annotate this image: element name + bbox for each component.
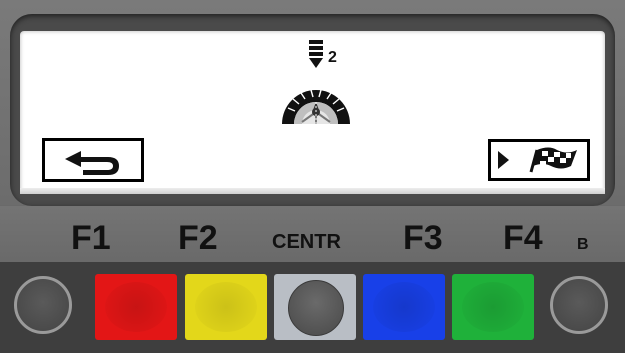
- centr-label: CENTR: [272, 231, 341, 253]
- f4-button-face: [462, 282, 524, 332]
- f3-button-face: [373, 282, 435, 332]
- wheel-weight-position-icon: 2: [276, 36, 356, 128]
- machine-panel: 2 F1 F2 CENTR F3 F4 B: [0, 0, 625, 353]
- checkered-flag-icon: [529, 147, 577, 173]
- wheel-position-number: 2: [328, 49, 337, 66]
- finish-button[interactable]: [488, 139, 590, 181]
- right-round-button[interactable]: [550, 276, 608, 334]
- left-round-button[interactable]: [14, 276, 72, 334]
- f2-button-face: [195, 282, 257, 332]
- f4-label: F4: [503, 219, 543, 257]
- f4-button[interactable]: [452, 274, 534, 340]
- back-button[interactable]: [42, 138, 144, 182]
- play-arrow-icon: [498, 151, 509, 169]
- f2-label: F2: [178, 219, 218, 257]
- f3-label: F3: [403, 219, 443, 257]
- f1-label: F1: [71, 219, 111, 257]
- undo-arrow-icon: [65, 151, 119, 175]
- f1-button[interactable]: [95, 274, 177, 340]
- f1-button-face: [105, 282, 167, 332]
- centr-button[interactable]: [274, 274, 356, 340]
- f2-button[interactable]: [185, 274, 267, 340]
- centr-button-knob: [288, 280, 344, 336]
- b-label: B: [577, 236, 589, 253]
- f3-button[interactable]: [363, 274, 445, 340]
- lcd-bottom-edge: [20, 188, 605, 194]
